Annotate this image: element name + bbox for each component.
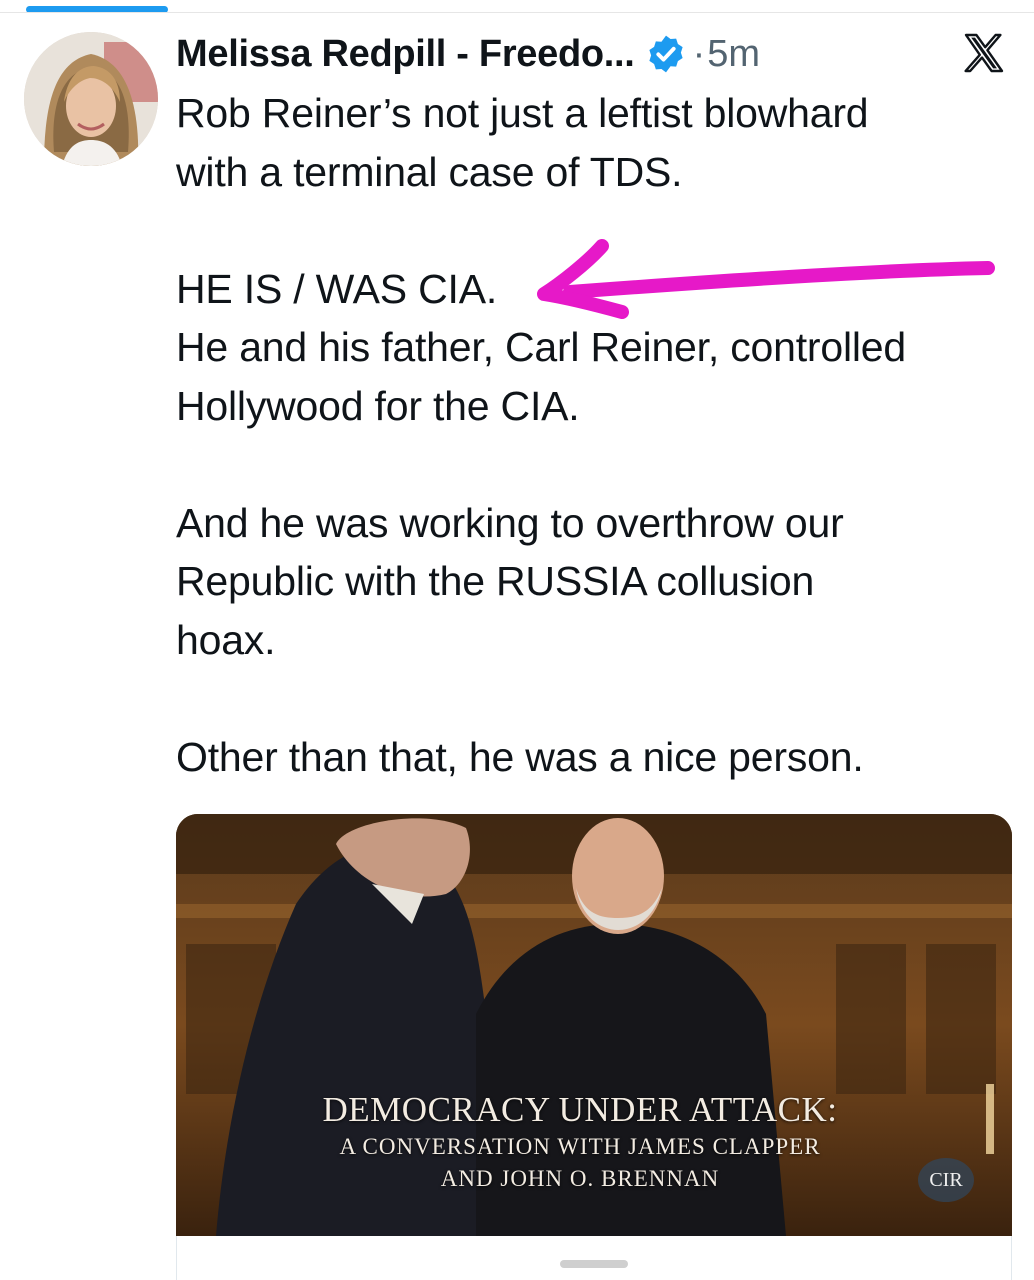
author-name[interactable]: Melissa Redpill - Freedo...: [176, 33, 635, 76]
tweet-text: Rob Reiner’s not just a leftist blowhard…: [176, 84, 1016, 786]
x-logo-icon[interactable]: [960, 30, 1008, 78]
verified-badge-icon: [648, 35, 683, 73]
tweet-line: Republic with the RUSSIA collusion: [176, 558, 815, 604]
avatar[interactable]: [24, 32, 158, 166]
channel-badge: CIR: [918, 1158, 974, 1202]
tweet-line: HE IS / WAS CIA.: [176, 265, 498, 312]
timestamp[interactable]: 5m: [707, 33, 760, 76]
video-caption-subtitle: A CONVERSATION WITH JAMES CLAPPER: [339, 1134, 821, 1159]
tweet-header: Melissa Redpill - Freedo... · 5m: [176, 24, 1014, 84]
tweet-line: Other than that, he was a nice person.: [176, 733, 864, 780]
video-caption-subtitle: AND JOHN O. BRENNAN: [440, 1166, 720, 1191]
video-caption-title: DEMOCRACY UNDER ATTACK:: [322, 1090, 838, 1129]
tweet-line: Rob Reiner’s not just a leftist blowhard: [176, 90, 869, 136]
tweet-line: hoax.: [176, 616, 276, 663]
time-separator: ·: [692, 32, 706, 75]
tweet-line: Hollywood for the CIA.: [176, 382, 580, 429]
tweet-line: And he was working to overthrow our: [176, 499, 844, 546]
video-thumbnail[interactable]: DEMOCRACY UNDER ATTACK: A CONVERSATION W…: [176, 814, 1012, 1236]
media-card-footer: [176, 1236, 1012, 1280]
avatar-photo: [24, 32, 158, 166]
tweet-line: He and his father, Carl Reiner, controll…: [176, 324, 907, 370]
scroll-handle[interactable]: [560, 1260, 628, 1268]
divider: [0, 12, 1034, 13]
tweet-line: with a terminal case of TDS.: [176, 148, 683, 195]
